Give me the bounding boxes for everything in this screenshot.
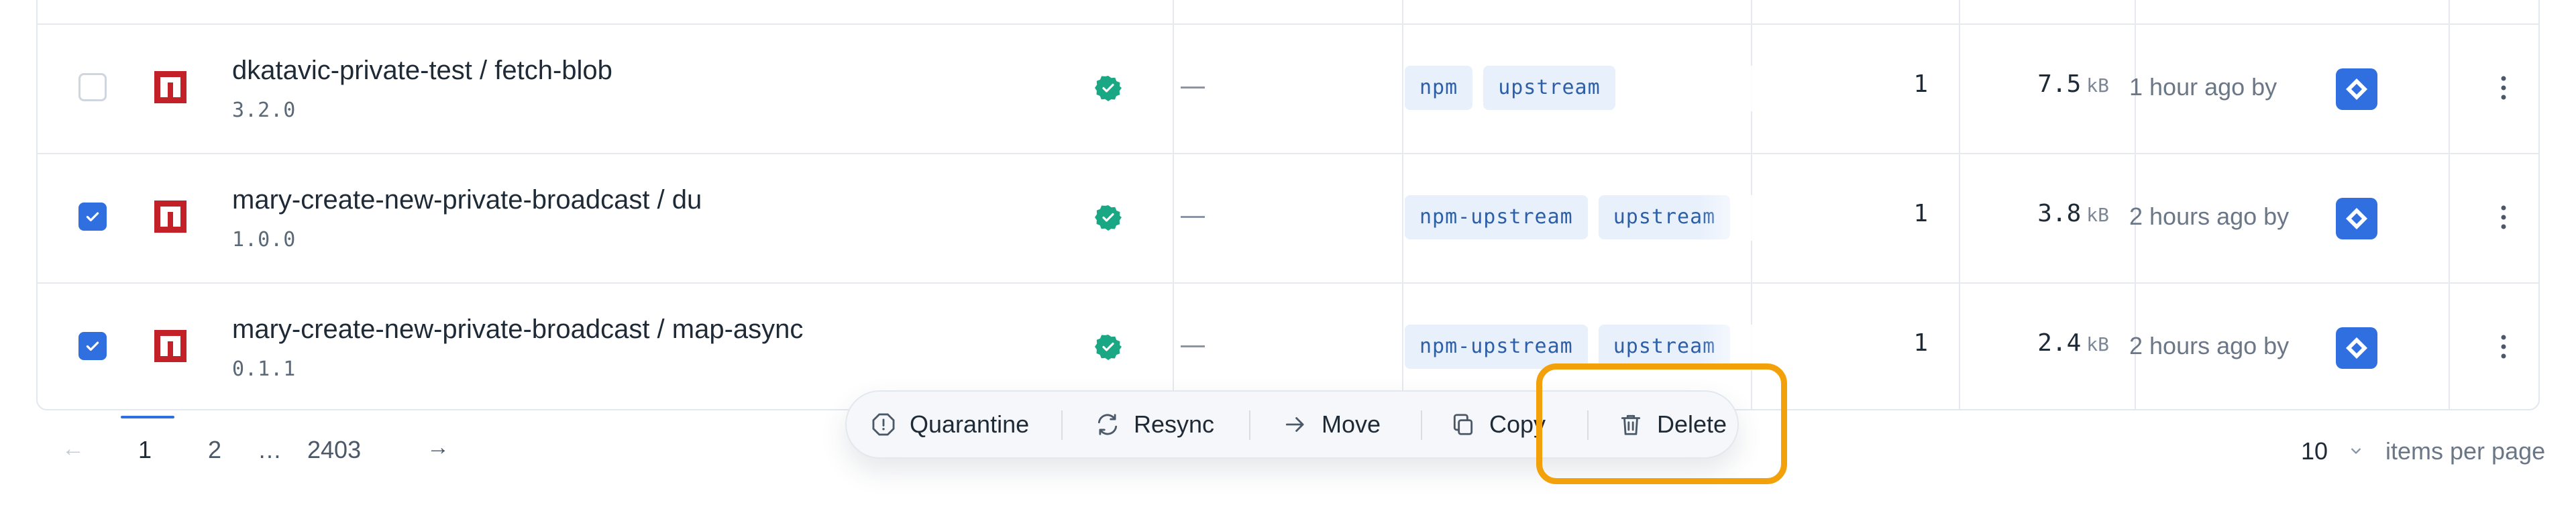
items-per-page-select[interactable]: 10: [2301, 437, 2328, 465]
delete-highlight-box: [1536, 363, 1787, 484]
previous-page-arrow-icon[interactable]: ←: [62, 436, 85, 462]
alert-octagon-icon: [872, 413, 895, 436]
tag-badge[interactable]: npm-upstream: [1405, 195, 1588, 239]
user-avatar-icon: [2346, 208, 2367, 229]
download-count: 1: [1913, 200, 1928, 227]
size-unit: kB: [2086, 333, 2109, 355]
kebab-menu-icon[interactable]: [2500, 333, 2508, 360]
action-divider: [1249, 410, 1250, 440]
package-size: 7.5 kB: [1982, 70, 2109, 98]
tag-list: npm upstream: [1405, 66, 1759, 111]
action-divider: [1061, 410, 1063, 440]
checkmark-icon: [86, 341, 99, 351]
resync-label: Resync: [1134, 410, 1215, 438]
row-checkbox[interactable]: [78, 203, 107, 231]
tag-badge[interactable]: npm-upstream: [1405, 325, 1588, 369]
items-per-page-label: items per page: [2385, 437, 2546, 465]
npm-icon: [154, 71, 186, 103]
tag-badge[interactable]: upstream: [1483, 66, 1615, 110]
resync-arrows-icon: [1097, 414, 1118, 435]
move-button[interactable]: Move: [1283, 392, 1381, 457]
tag-badge[interactable]: upstream: [1598, 325, 1731, 369]
quarantine-label: Quarantine: [910, 410, 1030, 438]
action-divider: [1421, 410, 1422, 440]
kebab-menu-icon[interactable]: [2500, 74, 2508, 101]
copy-button[interactable]: Copy: [1450, 392, 1546, 457]
quarantine-button[interactable]: Quarantine: [871, 392, 1029, 457]
download-count: 1: [1913, 329, 1928, 357]
size-value: 3.8: [2037, 200, 2082, 227]
chevron-down-icon[interactable]: [2347, 441, 2365, 460]
page-ellipsis: …: [258, 436, 282, 463]
table-row[interactable]: mary-create-new-private-broadcast / du 1…: [36, 153, 2540, 282]
row-checkbox[interactable]: [78, 332, 107, 360]
package-size: 2.4 kB: [1982, 329, 2109, 357]
download-count: 1: [1913, 70, 1928, 98]
uploaded-time: 1 hour ago by: [2129, 73, 2277, 101]
size-unit: kB: [2086, 74, 2109, 97]
size-value: 7.5: [2037, 70, 2082, 98]
npm-icon: [154, 330, 186, 362]
uploader-avatar[interactable]: [2336, 68, 2377, 110]
uploaded-time: 2 hours ago by: [2129, 203, 2290, 230]
size-unit: kB: [2086, 204, 2109, 226]
copy-icon: [1453, 414, 1473, 435]
current-page-indicator: [121, 416, 174, 418]
row-checkbox[interactable]: [78, 73, 107, 101]
checkmark-icon: [86, 212, 99, 222]
empty-value-dash: [1181, 87, 1205, 89]
page-link-1[interactable]: 1: [138, 436, 152, 464]
user-avatar-icon: [2346, 78, 2367, 100]
uploader-avatar[interactable]: [2336, 198, 2377, 239]
next-page-arrow-icon[interactable]: →: [427, 435, 449, 461]
table-row[interactable]: dkatavic-private-test / fetch-blob 3.2.0…: [36, 23, 2540, 153]
move-label: Move: [1322, 410, 1381, 438]
empty-value-dash: [1181, 345, 1205, 347]
package-name-link[interactable]: dkatavic-private-test / fetch-blob: [232, 56, 612, 86]
npm-icon: [154, 201, 186, 233]
uploaded-time: 2 hours ago by: [2129, 332, 2290, 359]
check-badge-icon: [1095, 205, 1122, 231]
empty-value-dash: [1181, 216, 1205, 218]
page-link-last[interactable]: 2403: [307, 436, 361, 464]
tag-list: npm-upstream upstream: [1405, 195, 1759, 241]
package-version: 0.1.1: [232, 357, 297, 381]
package-name-link[interactable]: mary-create-new-private-broadcast / map-…: [232, 315, 803, 345]
kebab-menu-icon[interactable]: [2500, 204, 2508, 231]
size-value: 2.4: [2037, 329, 2082, 357]
package-version: 1.0.0: [232, 228, 297, 251]
arrow-right-icon: [1285, 417, 1304, 432]
uploader-avatar[interactable]: [2336, 327, 2377, 369]
check-badge-icon: [1095, 335, 1122, 360]
tag-badge[interactable]: upstream: [1598, 195, 1731, 239]
package-name-link[interactable]: mary-create-new-private-broadcast / du: [232, 185, 702, 215]
resync-button[interactable]: Resync: [1095, 392, 1214, 457]
package-size: 3.8 kB: [1982, 200, 2109, 227]
tag-badge[interactable]: npm: [1405, 66, 1473, 110]
page-link-2[interactable]: 2: [208, 436, 221, 464]
check-badge-icon: [1095, 76, 1122, 101]
user-avatar-icon: [2346, 337, 2367, 359]
package-version: 3.2.0: [232, 99, 297, 122]
